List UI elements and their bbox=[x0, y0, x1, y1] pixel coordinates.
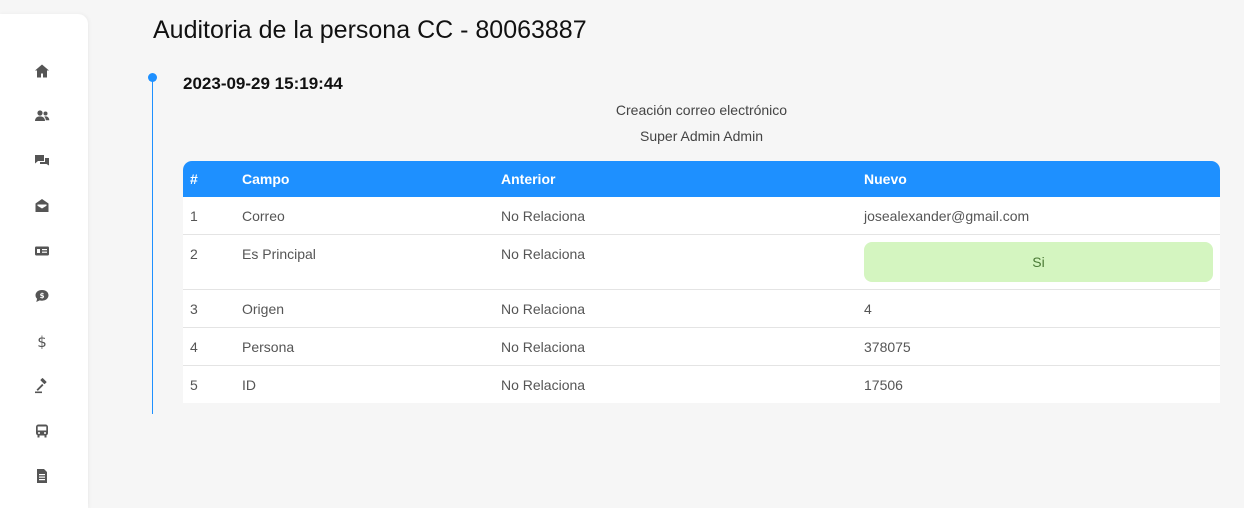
event-date: 2023-09-29 15:19:44 bbox=[183, 74, 343, 93]
home-icon bbox=[35, 64, 49, 78]
timeline-dot bbox=[148, 73, 157, 82]
page-title: Auditoria de la persona CC - 80063887 bbox=[153, 16, 587, 44]
sidebar-item-chat[interactable] bbox=[31, 150, 53, 172]
cell-nuevo: 378075 bbox=[857, 327, 1220, 366]
table-row: 2 Es Principal No Relaciona Si bbox=[183, 234, 1220, 290]
table-row: 1 Correo No Relaciona josealexander@gmai… bbox=[183, 197, 1220, 235]
file-invoice-icon bbox=[37, 469, 47, 483]
sidebar-item-mail[interactable] bbox=[31, 195, 53, 217]
users-icon bbox=[35, 110, 50, 121]
cell-anterior: No Relaciona bbox=[494, 197, 857, 235]
cell-anterior: No Relaciona bbox=[494, 289, 857, 328]
column-header-anterior: Anterior bbox=[501, 171, 556, 187]
event-user: Super Admin Admin bbox=[640, 128, 763, 144]
cell-nuevo: josealexander@gmail.com bbox=[857, 197, 1220, 235]
cell-num: 5 bbox=[183, 365, 235, 403]
svg-text:$: $ bbox=[37, 333, 47, 349]
column-header-campo: Campo bbox=[242, 171, 290, 187]
sidebar-item-dollar[interactable]: $ bbox=[31, 330, 53, 352]
sidebar-item-comment-dollar[interactable]: $ bbox=[31, 285, 53, 307]
sidebar-item-bus[interactable] bbox=[31, 420, 53, 442]
cell-campo: Correo bbox=[235, 197, 494, 235]
status-badge: Si bbox=[864, 242, 1213, 282]
cell-anterior: No Relaciona bbox=[494, 327, 857, 366]
cell-anterior: No Relaciona bbox=[494, 365, 857, 403]
table-row: 5 ID No Relaciona 17506 bbox=[183, 365, 1220, 403]
audit-table: # Campo Anterior Nuevo 1 Correo No Relac… bbox=[183, 161, 1220, 403]
comment-dollar-icon: $ bbox=[35, 290, 49, 302]
cell-nuevo: Si bbox=[857, 234, 1220, 290]
dollar-icon: $ bbox=[37, 333, 47, 349]
column-header-num: # bbox=[190, 171, 198, 187]
event-description: Creación correo electrónico bbox=[615, 102, 788, 118]
sidebar-item-gavel[interactable] bbox=[31, 375, 53, 397]
id-card-icon bbox=[35, 246, 49, 256]
mail-open-icon bbox=[35, 199, 49, 212]
cell-campo: Persona bbox=[235, 327, 494, 366]
table-row: 4 Persona No Relaciona 378075 bbox=[183, 327, 1220, 366]
column-header-nuevo: Nuevo bbox=[864, 171, 907, 187]
timeline-line bbox=[152, 80, 153, 414]
table-header-row: # Campo Anterior Nuevo bbox=[183, 161, 1220, 197]
bus-icon bbox=[36, 424, 48, 438]
svg-text:$: $ bbox=[40, 292, 45, 300]
cell-num: 3 bbox=[183, 289, 235, 328]
sidebar-item-card[interactable] bbox=[31, 240, 53, 262]
cell-nuevo: 17506 bbox=[857, 365, 1220, 403]
gavel-icon bbox=[35, 378, 47, 394]
cell-num: 4 bbox=[183, 327, 235, 366]
sidebar-item-users[interactable] bbox=[31, 105, 53, 127]
sidebar-item-home[interactable] bbox=[31, 60, 53, 82]
sidebar-item-document[interactable] bbox=[31, 465, 53, 487]
chat-icon bbox=[35, 155, 49, 166]
cell-nuevo: 4 bbox=[857, 289, 1220, 328]
cell-anterior: No Relaciona bbox=[494, 234, 857, 290]
cell-campo: Origen bbox=[235, 289, 494, 328]
cell-campo: Es Principal bbox=[235, 234, 494, 290]
cell-campo: ID bbox=[235, 365, 494, 403]
sidebar: $ $ bbox=[0, 14, 88, 508]
table-row: 3 Origen No Relaciona 4 bbox=[183, 289, 1220, 328]
cell-num: 2 bbox=[183, 234, 235, 290]
cell-num: 1 bbox=[183, 197, 235, 235]
